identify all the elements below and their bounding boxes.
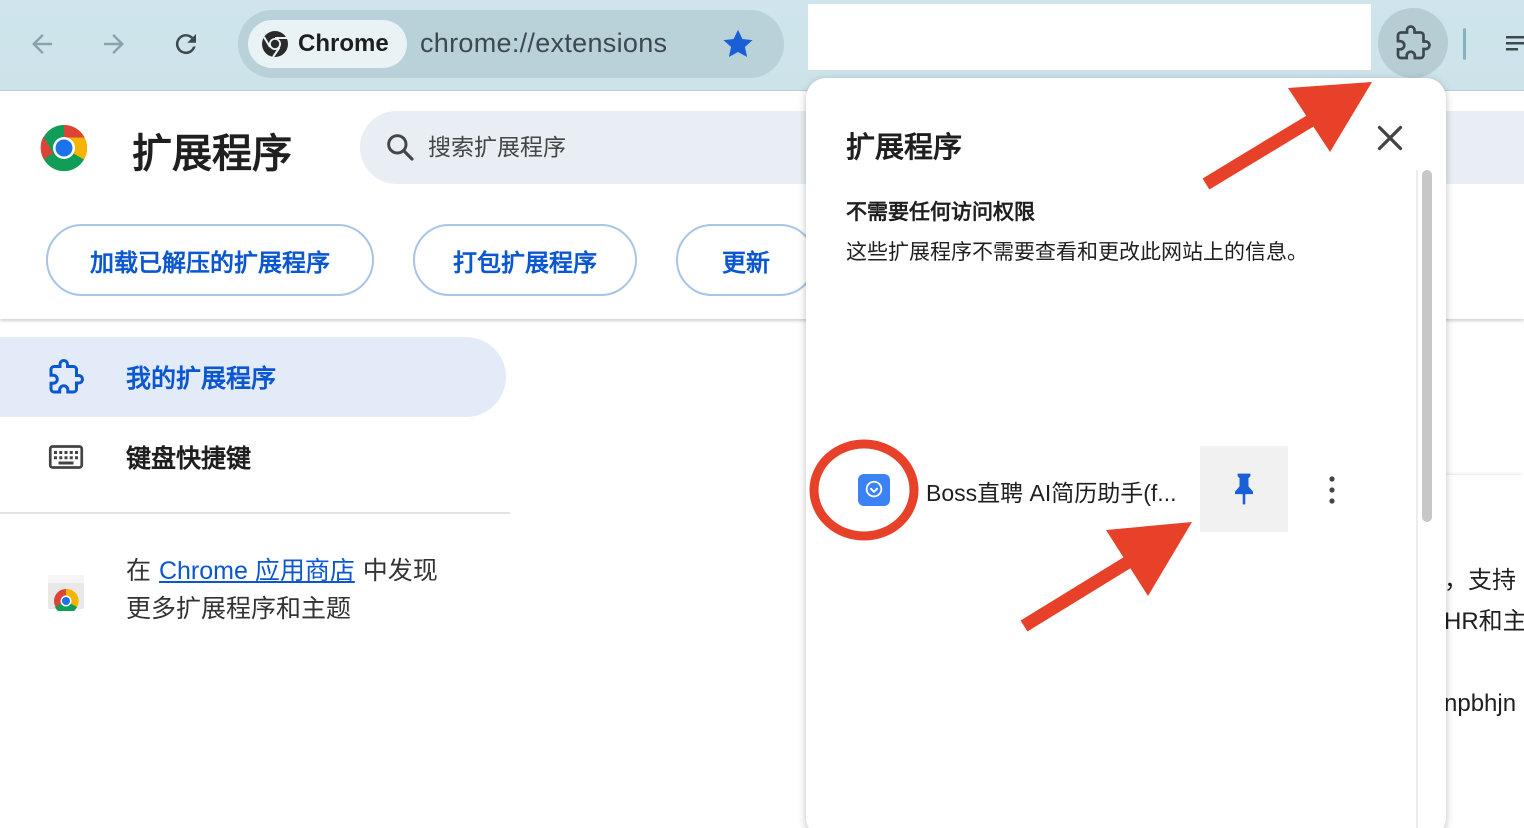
- toolbar-blank-area: [808, 4, 1371, 70]
- pack-extension-button[interactable]: 打包扩展程序: [413, 224, 637, 296]
- reload-icon: [175, 34, 196, 55]
- site-chip[interactable]: Chrome: [248, 20, 407, 68]
- arrow-right-icon: [104, 34, 124, 54]
- puzzle-icon: [1396, 25, 1431, 60]
- boss-ai-extension-icon: [858, 474, 890, 506]
- store-line2: 更多扩展程序和主题: [126, 594, 352, 623]
- chip-label: Chrome: [298, 30, 389, 57]
- web-store-promo: 在 Chrome 应用商店 中发现 更多扩展程序和主题: [126, 552, 506, 628]
- card-text-fragment: ，支持: [1444, 567, 1516, 594]
- section-title: 不需要任何访问权限: [846, 200, 1035, 224]
- more-vert-icon: [1329, 476, 1335, 504]
- popup-title: 扩展程序: [846, 130, 963, 164]
- section-description: 这些扩展程序不需要查看和更改此网站上的信息。: [846, 240, 1308, 264]
- url-text[interactable]: chrome://extensions: [420, 28, 667, 59]
- forward-button[interactable]: [92, 22, 136, 66]
- close-icon[interactable]: [1372, 120, 1408, 156]
- extensions-menu-button[interactable]: [1378, 8, 1448, 78]
- star-icon[interactable]: [720, 26, 756, 62]
- web-store-link[interactable]: Chrome 应用商店: [159, 557, 355, 585]
- reload-button[interactable]: [164, 22, 208, 66]
- keyboard-icon: [48, 445, 84, 469]
- store-prefix: 在: [126, 556, 159, 585]
- sidebar-item-label: 键盘快捷键: [126, 444, 252, 473]
- chrome-logo-icon: [40, 124, 88, 172]
- chrome-icon: [262, 31, 288, 58]
- arrow-left-icon: [32, 34, 52, 54]
- page-title: 扩展程序: [132, 131, 292, 177]
- more-options-button[interactable]: [1310, 468, 1354, 512]
- back-button[interactable]: [20, 22, 64, 66]
- toolbar-separator: [1463, 28, 1466, 60]
- store-suffix: 中发现: [354, 556, 438, 585]
- pin-button[interactable]: [1200, 446, 1288, 532]
- address-bar[interactable]: Chrome chrome://extensions: [238, 10, 784, 78]
- sidebar-divider: [0, 512, 510, 514]
- sidebar-item-label: 我的扩展程序: [126, 364, 277, 393]
- extensions-popup: 扩展程序 不需要任何访问权限 这些扩展程序不需要查看和更改此网站上的信息。 Bo…: [806, 78, 1446, 828]
- extension-name[interactable]: Boss直聘 AI简历助手(f...: [926, 474, 1176, 508]
- pin-icon: [1235, 473, 1253, 505]
- load-unpacked-button[interactable]: 加载已解压的扩展程序: [46, 224, 374, 296]
- reading-list-icon[interactable]: [1500, 28, 1524, 58]
- scroll-track: [1416, 170, 1418, 828]
- web-store-icon: [48, 575, 84, 611]
- search-icon: [387, 134, 414, 161]
- update-button[interactable]: 更新: [676, 224, 816, 296]
- puzzle-icon: [49, 359, 84, 394]
- card-text-fragment: HR和主: [1444, 608, 1524, 635]
- sidebar-item-keyboard-shortcuts[interactable]: 键盘快捷键: [0, 417, 506, 497]
- extension-row[interactable]: Boss直聘 AI简历助手(f...: [806, 446, 1386, 534]
- sidebar-item-my-extensions[interactable]: 我的扩展程序: [0, 337, 506, 417]
- card-text-fragment: npbhjn: [1444, 690, 1517, 717]
- scrollbar-thumb[interactable]: [1422, 170, 1432, 522]
